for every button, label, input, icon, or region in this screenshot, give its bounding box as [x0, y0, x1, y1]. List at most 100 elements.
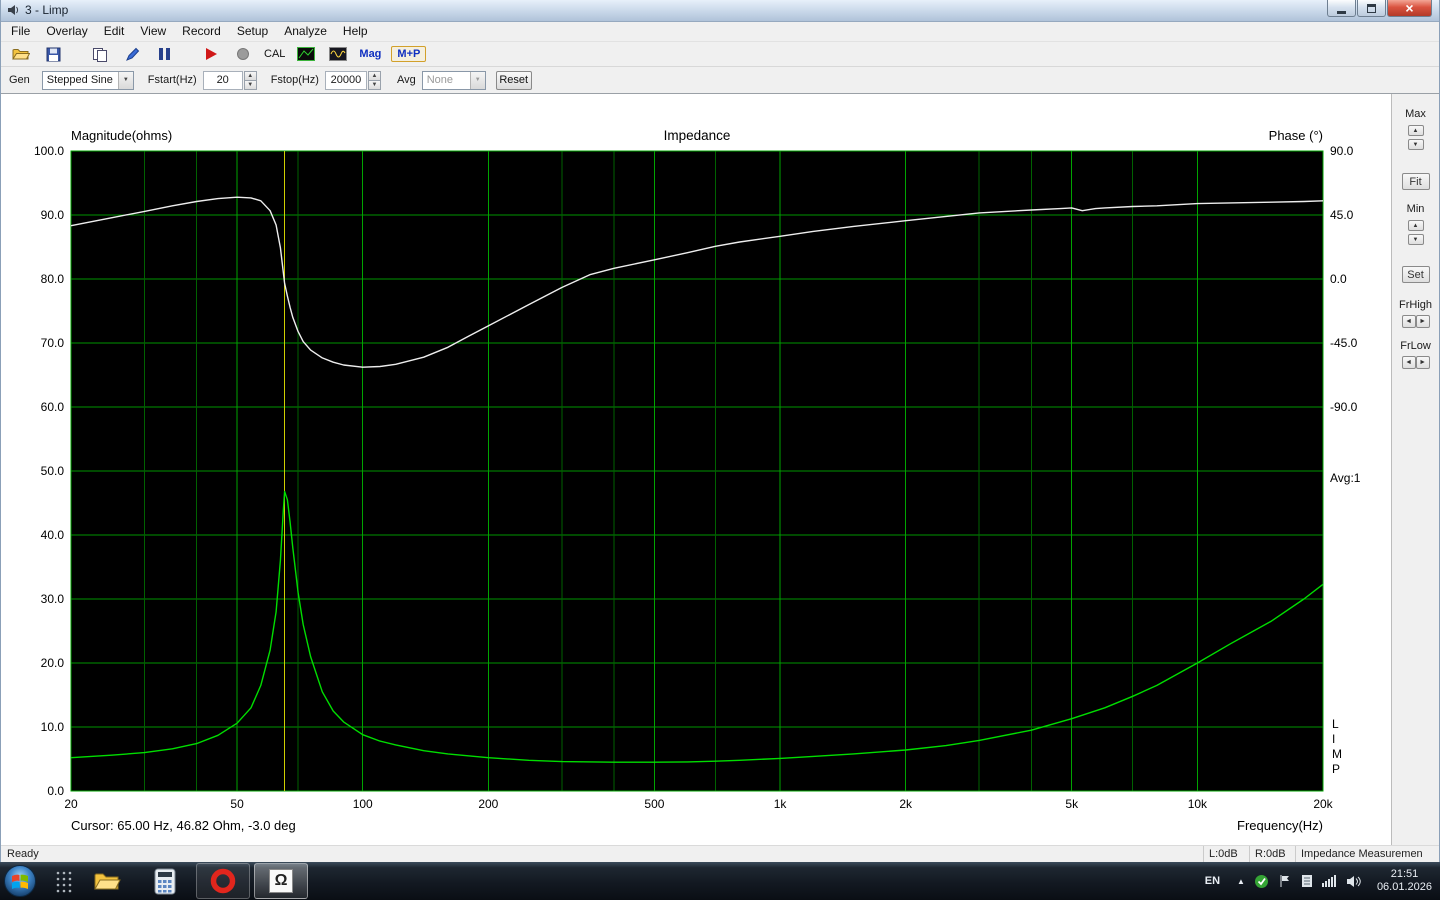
pause-button[interactable] [153, 44, 175, 64]
tray-expand-icon[interactable]: ▲ [1237, 877, 1245, 886]
menu-item-help[interactable]: Help [335, 22, 376, 40]
menu-item-setup[interactable]: Setup [229, 22, 276, 40]
clock[interactable]: 21:51 06.01.2026 [1377, 868, 1432, 894]
save-button[interactable] [42, 44, 64, 64]
sine-wave-icon [329, 47, 347, 61]
svg-text:Frequency(Hz): Frequency(Hz) [1237, 818, 1323, 833]
svg-text:-45.0: -45.0 [1330, 336, 1358, 350]
close-button[interactable]: × [1387, 0, 1432, 17]
taskbar-grip-icon[interactable] [52, 863, 76, 899]
frlow-right-button[interactable]: ► [1416, 356, 1430, 369]
calibrate-button[interactable]: CAL [264, 48, 285, 60]
spin-down-icon[interactable]: ▼ [244, 81, 257, 90]
set-button[interactable]: Set [1402, 266, 1430, 283]
open-file-button[interactable] [10, 44, 32, 64]
fstart-spinner[interactable]: ▲ ▼ [244, 71, 257, 90]
svg-text:200: 200 [478, 797, 498, 811]
min-down-button[interactable]: ▼ [1408, 234, 1424, 245]
chart-icon [297, 47, 315, 61]
menu-item-edit[interactable]: Edit [96, 22, 133, 40]
magnitude-toggle[interactable]: Mag [359, 48, 381, 60]
svg-text:P: P [1332, 762, 1340, 776]
spin-up-icon[interactable]: ▲ [368, 71, 381, 81]
taskbar-item-opera[interactable] [196, 863, 250, 899]
play-icon [206, 48, 217, 60]
fstop-label: Fstop(Hz) [271, 74, 319, 86]
copy-button[interactable] [89, 44, 111, 64]
svg-text:Cursor: 65.00 Hz, 46.82 Ohm, -: Cursor: 65.00 Hz, 46.82 Ohm, -3.0 deg [71, 818, 296, 833]
statusbar: Ready L:0dB R:0dB Impedance Measuremen [1, 845, 1439, 862]
copy-icon [92, 47, 108, 62]
calculator-icon [154, 868, 176, 895]
menu-item-file[interactable]: File [3, 22, 38, 40]
network-icon[interactable] [1322, 875, 1337, 887]
max-down-button[interactable]: ▼ [1408, 139, 1424, 150]
maximize-icon [1367, 4, 1376, 13]
taskbar-item-calculator[interactable] [138, 863, 192, 899]
svg-text:500: 500 [644, 797, 664, 811]
app-icon [6, 3, 20, 17]
generator-select-value: Stepped Sine [43, 74, 118, 86]
fstop-spinner[interactable]: ▲ ▼ [368, 71, 381, 90]
action-center-flag-icon[interactable] [1278, 874, 1292, 888]
security-check-icon[interactable] [1254, 874, 1269, 889]
close-icon: × [1405, 1, 1413, 16]
fstop-input[interactable]: 20000 [325, 71, 367, 90]
svg-text:50: 50 [230, 797, 244, 811]
frlow-left-button[interactable]: ◄ [1402, 356, 1416, 369]
chevron-down-icon: ▼ [118, 72, 133, 89]
min-up-button[interactable]: ▲ [1408, 220, 1424, 231]
svg-text:20: 20 [64, 797, 78, 811]
menu-item-record[interactable]: Record [174, 22, 229, 40]
svg-text:10.0: 10.0 [41, 720, 65, 734]
volume-icon[interactable] [1346, 875, 1362, 888]
taskbar-item-limp[interactable]: Ω [254, 863, 308, 899]
svg-text:90.0: 90.0 [1330, 144, 1354, 158]
pen-icon [125, 47, 140, 62]
start-button[interactable] [2, 863, 38, 899]
impedance-chart[interactable]: Magnitude(ohms)ImpedancePhase (°)100.090… [1, 94, 1391, 845]
spin-up-icon[interactable]: ▲ [244, 71, 257, 81]
menu-item-analyze[interactable]: Analyze [276, 22, 335, 40]
svg-text:30.0: 30.0 [41, 592, 65, 606]
frlow-stepper: ◄ ► [1402, 356, 1430, 369]
clock-time: 21:51 [1377, 868, 1432, 881]
maximize-button[interactable] [1357, 0, 1386, 17]
folder-icon [93, 870, 121, 892]
max-up-button[interactable]: ▲ [1408, 125, 1424, 136]
svg-text:5k: 5k [1065, 797, 1079, 811]
svg-text:10k: 10k [1188, 797, 1208, 811]
svg-text:40.0: 40.0 [41, 528, 65, 542]
svg-text:Impedance: Impedance [664, 128, 731, 143]
fit-button[interactable]: Fit [1402, 173, 1430, 190]
generator-select[interactable]: Stepped Sine ▼ [42, 71, 134, 90]
signal-view-button[interactable] [327, 44, 349, 64]
menu-item-view[interactable]: View [132, 22, 174, 40]
generator-bar: Gen Stepped Sine ▼ Fstart(Hz) 20 ▲ ▼ Fst… [1, 67, 1439, 93]
arrow-left-icon: ◄ [1405, 318, 1412, 325]
svg-text:Phase (°): Phase (°) [1269, 128, 1323, 143]
minimize-button[interactable] [1327, 0, 1356, 17]
stop-button[interactable] [232, 44, 254, 64]
menubar: FileOverlayEditViewRecordSetupAnalyzeHel… [1, 22, 1439, 42]
svg-text:0.0: 0.0 [47, 784, 64, 798]
frhigh-right-button[interactable]: ► [1416, 315, 1430, 328]
mag-phase-toggle[interactable]: M+P [391, 46, 426, 62]
language-indicator[interactable]: EN [1205, 875, 1220, 887]
taskbar: Ω EN ▲ 21:51 06.01.2026 [0, 862, 1440, 900]
overlay-chart-button[interactable] [295, 44, 317, 64]
reset-button[interactable]: Reset [496, 71, 532, 90]
frlow-label: FrLow [1400, 340, 1431, 352]
document-icon[interactable] [1301, 874, 1313, 888]
taskbar-item-explorer[interactable] [80, 863, 134, 899]
svg-text:70.0: 70.0 [41, 336, 65, 350]
avg-select[interactable]: None ▼ [422, 71, 486, 90]
spin-down-icon[interactable]: ▼ [368, 81, 381, 90]
fstart-input[interactable]: 20 [203, 71, 243, 90]
menu-item-overlay[interactable]: Overlay [38, 22, 95, 40]
start-measurement-button[interactable] [200, 44, 222, 64]
frhigh-left-button[interactable]: ◄ [1402, 315, 1416, 328]
spin-down-icon: ▼ [1413, 237, 1419, 243]
fstart-label: Fstart(Hz) [148, 74, 197, 86]
edit-pen-button[interactable] [121, 44, 143, 64]
